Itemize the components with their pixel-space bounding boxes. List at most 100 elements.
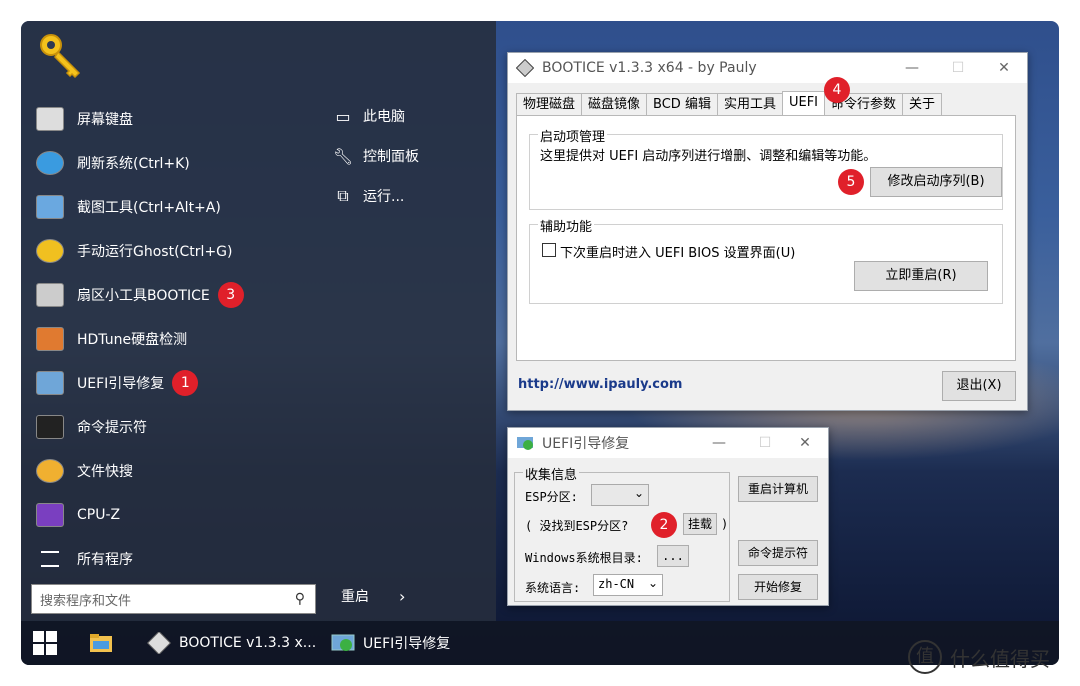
taskbar: BOOTICE v1.3.3 x... UEFI引导修复 <box>21 621 1059 665</box>
aux-function-group: 辅助功能 下次重启时进入 UEFI BIOS 设置界面(U) 立即重启(R) <box>529 216 1003 304</box>
cmd-prompt-button[interactable]: 命令提示符 <box>738 540 818 566</box>
screenshot-icon <box>33 190 67 224</box>
esp-select[interactable]: ⌄ <box>591 484 649 506</box>
tab-6[interactable]: 关于 <box>902 93 943 115</box>
right-item-control-panel[interactable]: 🔧︎ 控制面板 <box>331 141 419 171</box>
refresh-icon <box>33 146 67 180</box>
minimize-icon[interactable]: — <box>696 428 742 458</box>
taskbar-item-uefi-repair[interactable]: UEFI引导修复 <box>331 621 450 665</box>
search-input[interactable]: 搜索程序和文件 ⚲ <box>31 584 316 614</box>
start-menu-item[interactable]: 刷新系统(Ctrl+K) <box>33 143 313 183</box>
start-menu-item-label: 命令提示符 <box>77 420 147 436</box>
cmd-icon <box>33 410 67 444</box>
close-icon[interactable]: ✕ <box>782 428 828 458</box>
author-link[interactable]: http://www.ipauly.com <box>518 377 682 392</box>
start-menu-item-label: 扇区小工具BOOTICE <box>77 288 210 304</box>
bootice-icon <box>516 59 534 77</box>
wrench-icon: 🔧︎ <box>332 146 354 166</box>
bootice-titlebar: BOOTICE v1.3.3 x64 - by Pauly — ☐ ✕ <box>508 53 1027 83</box>
start-menu-item-label: 所有程序 <box>77 552 133 568</box>
tab-1[interactable]: 磁盘镜像 <box>581 93 648 115</box>
taskbar-item-label: UEFI引导修复 <box>363 636 451 652</box>
right-item-label: 此电脑 <box>363 109 405 125</box>
windows-start-icon[interactable] <box>33 631 57 655</box>
right-item-computer[interactable]: ▭ 此电脑 <box>331 101 405 131</box>
start-menu-item[interactable]: 手动运行Ghost(Ctrl+G) <box>33 231 313 271</box>
start-menu-item[interactable]: UEFI引导修复 1 <box>33 363 313 403</box>
start-menu-item-label: HDTune硬盘检测 <box>77 332 188 348</box>
browse-button[interactable]: ... <box>657 545 689 567</box>
start-menu-item-label: 截图工具(Ctrl+Alt+A) <box>77 200 221 216</box>
start-menu-item[interactable]: 所有程序 <box>33 539 313 579</box>
boot-manage-group: 启动项管理 这里提供对 UEFI 启动序列进行增删、调整和编辑等功能。 5 修改… <box>529 126 1003 210</box>
modify-boot-order-button[interactable]: 修改启动序列(B) <box>870 167 1002 197</box>
uefi-bios-checkbox[interactable] <box>542 243 556 257</box>
start-menu-item[interactable]: HDTune硬盘检测 <box>33 319 313 359</box>
lang-select[interactable]: zh-CN ⌄ <box>593 574 663 596</box>
step-badge-3: 3 <box>217 282 244 308</box>
restart-computer-button[interactable]: 重启计算机 <box>738 476 818 502</box>
start-menu: 屏幕键盘刷新系统(Ctrl+K) 截图工具(Ctrl+Alt+A) 手动运行Ghos… <box>21 21 496 621</box>
ghost-icon <box>33 234 67 268</box>
taskbar-item-label: BOOTICE v1.3.3 x... <box>179 635 317 651</box>
start-menu-item[interactable]: 命令提示符 <box>33 407 313 447</box>
right-item-run[interactable]: ⧉ 运行... <box>331 181 404 211</box>
group-label: 收集信息 <box>523 464 580 483</box>
start-menu-item[interactable]: 截图工具(Ctrl+Alt+A) <box>33 187 313 227</box>
start-repair-button[interactable]: 开始修复 <box>738 574 818 600</box>
lang-label: 系统语言: <box>525 581 581 595</box>
close-icon[interactable]: ✕ <box>981 53 1027 83</box>
watermark: 值 什么值得买 <box>908 640 1050 674</box>
lang-value: zh-CN <box>598 577 635 591</box>
start-menu-item[interactable]: 屏幕键盘 <box>33 99 313 139</box>
right-item-label: 控制面板 <box>363 149 419 165</box>
chevron-down-icon: ⌄ <box>633 486 644 500</box>
uefi-repair-window: UEFI引导修复 — ☐ ✕ 收集信息 ESP分区: ⌄ ( 没找到ESP分区?… <box>507 427 829 606</box>
reboot-now-button[interactable]: 立即重启(R) <box>854 261 988 291</box>
desktop: 屏幕键盘刷新系统(Ctrl+K) 截图工具(Ctrl+Alt+A) 手动运行Ghos… <box>21 21 1059 665</box>
keyboard-icon <box>33 102 67 136</box>
tab-2[interactable]: BCD 编辑 <box>646 93 718 115</box>
window-title: BOOTICE v1.3.3 x64 - by Pauly <box>542 60 757 76</box>
right-item-label: 运行... <box>363 189 405 205</box>
start-menu-item-label: UEFI引导修复 <box>77 376 165 392</box>
step-badge-4: 4 <box>824 77 850 103</box>
checkbox-label: 下次重启时进入 UEFI BIOS 设置界面(U) <box>560 246 796 261</box>
start-menu-item-label: 刷新系统(Ctrl+K) <box>77 156 190 172</box>
mount-button[interactable]: 挂载 <box>683 513 717 535</box>
cpuz-icon <box>33 498 67 532</box>
start-menu-item[interactable]: 文件快搜 <box>33 451 313 491</box>
restart-button[interactable]: 重启 › <box>341 586 405 606</box>
group-label: 辅助功能 <box>538 216 595 235</box>
taskbar-item-explorer[interactable] <box>89 621 121 665</box>
start-menu-item-label: 文件快搜 <box>77 464 133 480</box>
group-label: 启动项管理 <box>538 126 608 145</box>
all-programs-icon <box>33 542 67 576</box>
tab-3[interactable]: 实用工具 <box>716 93 783 115</box>
step-badge-1: 1 <box>172 370 199 396</box>
watermark-text: 什么值得买 <box>950 646 1050 671</box>
tab-0[interactable]: 物理磁盘 <box>516 93 583 115</box>
key-logo-icon <box>40 34 81 79</box>
uefi-repair-icon <box>517 437 533 450</box>
file-explorer-icon <box>90 634 112 652</box>
maximize-icon: ☐ <box>951 60 965 76</box>
minimize-icon[interactable]: — <box>889 53 935 83</box>
start-menu-item[interactable]: CPU-Z <box>33 495 313 535</box>
tab-4[interactable]: UEFI <box>781 91 826 115</box>
taskbar-item-bootice[interactable]: BOOTICE v1.3.3 x... <box>147 621 316 665</box>
start-menu-item-label: CPU-Z <box>77 507 121 523</box>
uefi-repair-icon <box>33 366 67 400</box>
bootice-icon <box>33 278 67 312</box>
esp-label: ESP分区: <box>525 490 578 504</box>
esp-notfound-text: ( 没找到ESP分区? <box>525 519 629 533</box>
step-badge-5: 5 <box>838 169 864 195</box>
exit-button[interactable]: 退出(X) <box>942 371 1016 401</box>
start-menu-item[interactable]: 扇区小工具BOOTICE 3 <box>33 275 313 315</box>
chevron-right-icon[interactable]: › <box>399 587 405 606</box>
hdtune-icon <box>33 322 67 356</box>
search-placeholder: 搜索程序和文件 <box>40 593 132 609</box>
group-description: 这里提供对 UEFI 启动序列进行增删、调整和编辑等功能。 <box>540 149 877 164</box>
search-icon[interactable]: ⚲ <box>295 591 305 607</box>
bootice-icon <box>147 632 171 654</box>
